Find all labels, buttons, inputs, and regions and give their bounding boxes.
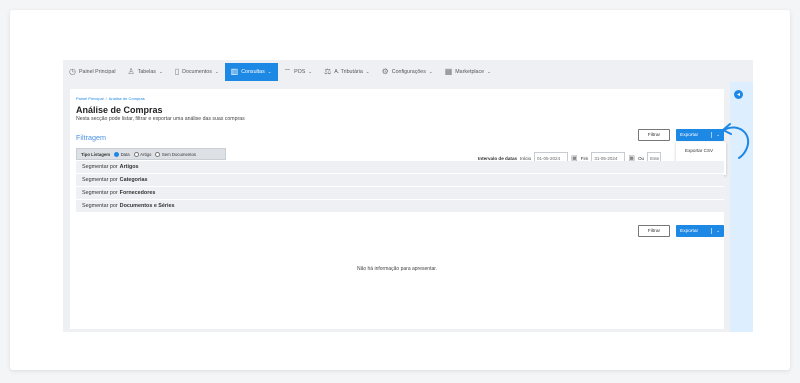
nav-item-label: A. Tributária <box>334 69 363 75</box>
nav-item-label: Configurações <box>391 69 426 75</box>
settings-icon: ⚙ <box>381 67 389 76</box>
breadcrumb: Painel Principal / Análise de Compras <box>76 96 145 101</box>
listing-type-bar: Tipo Listagem Data Artigo Sem Documentos <box>76 148 226 160</box>
nav-item-grid[interactable]: ▦ Marketplace ⌄ <box>439 63 497 81</box>
or-label: Ou <box>637 155 645 161</box>
end-label: Fim <box>580 155 589 161</box>
interval-label: Intervalo de datas <box>478 155 518 161</box>
page-title: Análise de Compras <box>76 105 163 115</box>
start-label: Início <box>520 155 532 161</box>
listing-option-radio[interactable]: Data <box>114 151 130 157</box>
listing-type-label: Tipo Listagem <box>81 151 111 157</box>
segment-prefix: Segmentar por <box>82 190 118 196</box>
chevron-down-icon: ⌄ <box>365 69 370 74</box>
listing-option-radio[interactable]: Sem Documentos <box>155 151 197 157</box>
chevron-down-icon: ⌄ <box>711 228 720 234</box>
nav-item-clock[interactable]: ◷ Painel Principal <box>63 63 122 81</box>
grid-icon: ▦ <box>444 67 453 76</box>
segment-list: Segmentar por Artigos Segmentar por Categor… <box>76 161 724 213</box>
nav-item-chart[interactable]: ▥ Consultas ⌄ <box>224 63 278 81</box>
breadcrumb-separator: / <box>105 96 107 101</box>
clock-icon: ◷ <box>69 67 76 76</box>
users-icon: ♙ <box>127 67 135 76</box>
nav-item-label: Marketplace <box>455 69 485 75</box>
export-button-label: Exportar <box>680 228 699 234</box>
top-navigation: ◷ Painel Principal ♙ Tabelas ⌄ ▯ Documentos ⌄ ▥ C… <box>63 63 497 81</box>
segment-row[interactable]: Segmentar por Documentos e Séries <box>76 200 724 213</box>
nav-item-pos[interactable]: ⌔ POS ⌄ <box>278 63 319 81</box>
radio-dot-icon <box>114 151 120 157</box>
filter-button-top[interactable]: Filtrar <box>638 129 670 141</box>
screenshot-frame: ◷ Painel Principal ♙ Tabelas ⌄ ▯ Documentos ⌄ ▥ C… <box>10 10 790 370</box>
export-button-bottom[interactable]: Exportar ⌄ <box>676 225 724 237</box>
segment-label: Documentos e Séries <box>119 203 175 209</box>
document-icon: ▯ <box>174 67 180 76</box>
nav-item-document[interactable]: ▯ Documentos ⌄ <box>169 63 225 81</box>
segment-prefix: Segmentar por <box>82 164 118 170</box>
nav-item-users[interactable]: ♙ Tabelas ⌄ <box>122 63 169 81</box>
radio-dot-icon <box>133 151 139 157</box>
chevron-down-icon: ⌄ <box>308 69 313 74</box>
empty-state-message: Não há informação para apresentar. <box>356 266 438 272</box>
filter-section-title: Filtragem <box>76 133 106 142</box>
pos-icon: ⌔ <box>283 67 292 76</box>
chevron-down-icon: ⌄ <box>214 69 219 74</box>
nav-item-label: Documentos <box>182 69 212 75</box>
nav-item-tax[interactable]: ⚖ A. Tributária ⌄ <box>318 63 376 81</box>
collapse-toggle-icon[interactable]: ◂ <box>734 90 743 99</box>
segment-row[interactable]: Segmentar por Categorias <box>76 174 724 187</box>
chevron-down-icon: ⌄ <box>428 69 433 74</box>
app-window: ◷ Painel Principal ♙ Tabelas ⌄ ▯ Documentos ⌄ ▥ C… <box>63 60 753 332</box>
nav-item-label: POS <box>294 69 306 75</box>
listing-option-label: Data <box>120 151 130 157</box>
chevron-down-icon: ⌄ <box>158 69 163 74</box>
listing-option-label: Artigo <box>140 151 152 157</box>
export-button-top[interactable]: Exportar ⌄ <box>676 129 724 141</box>
page-subtitle: Nesta secção pode listar, filtrar e expo… <box>76 116 245 122</box>
chart-icon: ▥ <box>230 67 239 76</box>
breadcrumb-current[interactable]: Análise de Compras <box>109 96 145 101</box>
segment-label: Artigos <box>119 164 139 170</box>
segment-row[interactable]: Segmentar por Artigos <box>76 161 724 174</box>
segment-label: Categorias <box>119 177 148 183</box>
chevron-down-icon: ⌄ <box>267 69 272 74</box>
listing-option-label: Sem Documentos <box>161 151 197 157</box>
segment-prefix: Segmentar por <box>82 203 118 209</box>
filter-button-bottom[interactable]: Filtrar <box>638 225 670 237</box>
chevron-down-icon: ⌄ <box>711 132 720 138</box>
breadcrumb-home[interactable]: Painel Principal <box>76 96 104 101</box>
segment-prefix: Segmentar por <box>82 177 118 183</box>
listing-option-radio[interactable]: Artigo <box>133 151 152 157</box>
segment-row[interactable]: Segmentar por Fornecedores <box>76 187 724 200</box>
nav-item-label: Painel Principal <box>78 69 116 75</box>
export-csv-item[interactable]: Exportar CSV <box>676 142 726 158</box>
tax-icon: ⚖ <box>324 67 332 76</box>
segment-label: Fornecedores <box>119 190 156 196</box>
annotation-arrow-icon <box>722 123 749 159</box>
radio-dot-icon <box>155 151 161 157</box>
content-panel: Painel Principal / Análise de Compras Anál… <box>70 89 726 329</box>
nav-item-label: Tabelas <box>137 69 156 75</box>
export-button-label: Exportar <box>680 132 699 138</box>
nav-item-settings[interactable]: ⚙ Configurações ⌄ <box>376 63 439 81</box>
chevron-down-icon: ⌄ <box>487 69 491 74</box>
nav-item-label: Consultas <box>241 69 265 75</box>
